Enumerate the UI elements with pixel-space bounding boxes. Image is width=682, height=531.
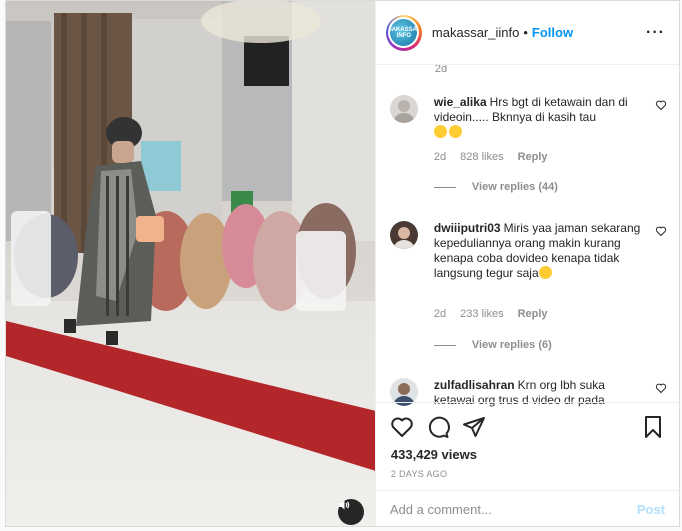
commenter-avatar[interactable] <box>389 221 418 249</box>
comment-text-block: wie_alika Hrs bgt di ketawain dan di vide… <box>433 95 645 140</box>
comment-item: wie_alika Hrs bgt di ketawain dan di vide… <box>389 95 667 205</box>
like-comment-heart-icon[interactable] <box>655 382 667 394</box>
header-separator: • <box>523 25 528 40</box>
post-timestamp: 2 DAYS AGO <box>390 469 448 479</box>
view-count[interactable]: 433,429 views <box>391 447 477 462</box>
crying-face-emoji <box>448 125 462 138</box>
post-actions: 433,429 views 2 DAYS AGO <box>375 402 679 490</box>
caption-timestamp: 2d <box>434 65 448 75</box>
author-avatar-logo: MAKASSAR INFO <box>390 19 418 46</box>
comment-text-block: dwiiiputri03 Miris yaa jaman sekarang kep… <box>434 221 645 281</box>
view-replies-button[interactable]: View replies (44) <box>433 181 558 193</box>
share-paper-plane-icon[interactable] <box>462 415 486 439</box>
comment-username[interactable]: wie_alika <box>434 95 487 109</box>
add-comment-bar: Post <box>375 490 679 526</box>
comment-likes[interactable]: 828 likes <box>460 151 503 163</box>
post-header: MAKASSAR INFO makassar_iinfo • Follow ··… <box>375 1 679 65</box>
follow-button[interactable]: Follow <box>532 25 573 40</box>
comment-username[interactable]: zulfadlisahran <box>434 378 515 392</box>
comment-meta: 2d 233 likes Reply <box>434 308 548 320</box>
author-username[interactable]: makassar_iinfo <box>432 25 519 40</box>
post-side-panel: MAKASSAR INFO makassar_iinfo • Follow ··… <box>374 1 679 526</box>
comment-time: 2d <box>433 308 447 320</box>
smiling-face-emoji <box>538 266 552 279</box>
crying-face-emoji <box>433 125 447 138</box>
sound-toggle-button[interactable] <box>338 499 364 525</box>
save-bookmark-icon[interactable] <box>641 415 665 439</box>
post-modal: MAKASSAR INFO makassar_iinfo • Follow ··… <box>5 0 680 527</box>
comment-likes[interactable]: 233 likes <box>460 308 503 320</box>
post-comment-button[interactable]: Post <box>637 502 665 517</box>
comment-bubble-icon[interactable] <box>426 415 450 439</box>
speaker-icon <box>339 500 350 510</box>
reply-button[interactable]: Reply <box>518 308 548 320</box>
author-avatar[interactable]: MAKASSAR INFO <box>385 14 422 51</box>
more-options-icon[interactable]: ··· <box>646 24 665 42</box>
comment-item: dwiiiputri03 Miris yaa jaman sekarang kep… <box>389 221 667 356</box>
comment-item: zulfadlisahran Krn org lbh suka ketawai o… <box>389 378 667 407</box>
video-frame <box>6 1 375 526</box>
reply-button[interactable]: Reply <box>518 151 548 163</box>
comment-time: 2d <box>433 151 447 163</box>
video-player[interactable] <box>6 1 375 526</box>
like-comment-heart-icon[interactable] <box>655 99 667 111</box>
comment-meta: 2d 828 likes Reply <box>434 151 548 163</box>
view-replies-button[interactable]: View replies (6) <box>433 339 552 351</box>
like-heart-icon[interactable] <box>390 415 414 439</box>
commenter-avatar[interactable] <box>389 95 418 123</box>
add-comment-input[interactable] <box>389 502 637 517</box>
comment-username[interactable]: dwiiiputri03 <box>434 221 501 235</box>
like-comment-heart-icon[interactable] <box>655 225 667 237</box>
